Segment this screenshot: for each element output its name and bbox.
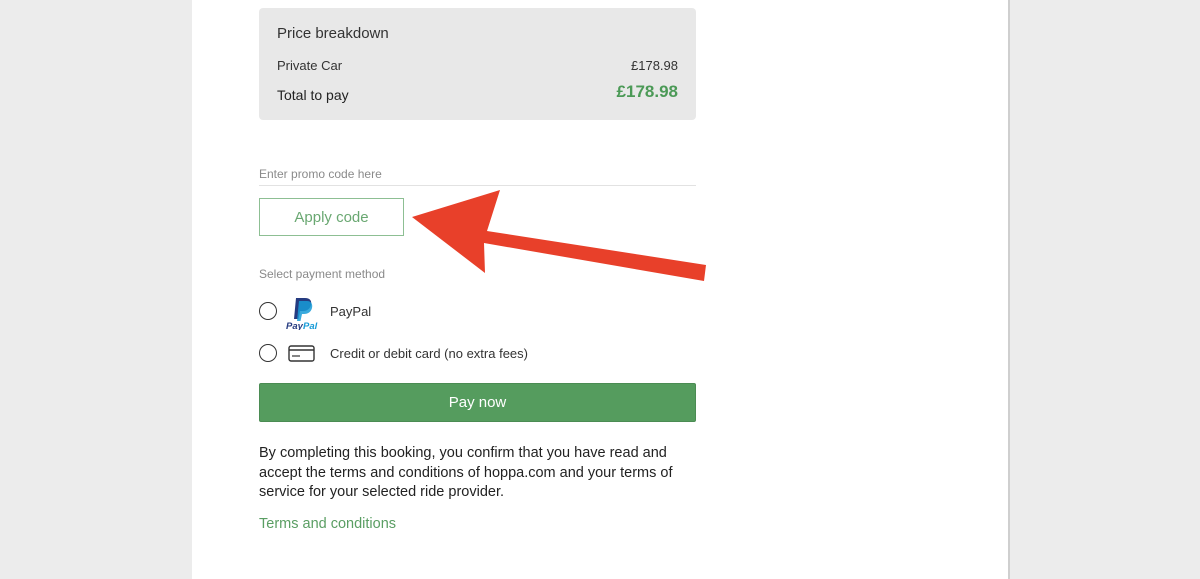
price-breakdown-title: Price breakdown xyxy=(277,25,389,42)
card-label: Credit or debit card (no extra fees) xyxy=(330,346,528,361)
payment-option-paypal[interactable]: Pay Pal PayPal xyxy=(259,296,696,332)
card-radio[interactable] xyxy=(259,344,277,362)
total-label: Total to pay xyxy=(277,87,349,103)
svg-text:Pal: Pal xyxy=(303,321,318,330)
paypal-radio[interactable] xyxy=(259,302,277,320)
credit-card-icon xyxy=(286,338,320,370)
apply-code-button[interactable]: Apply code xyxy=(259,198,404,236)
booking-terms-text: By completing this booking, you confirm … xyxy=(259,445,673,500)
price-breakdown-box: Price breakdown Private Car £178.98 Tota… xyxy=(259,8,696,120)
payment-option-card[interactable]: Credit or debit card (no extra fees) xyxy=(259,338,696,368)
svg-text:Pay: Pay xyxy=(286,321,304,330)
line-item-label: Private Car xyxy=(277,58,343,73)
paypal-logo-icon: Pay Pal xyxy=(286,296,320,332)
pay-now-button[interactable]: Pay now xyxy=(259,383,696,422)
total-value: £178.98 xyxy=(616,82,678,101)
payment-method-label: Select payment method xyxy=(259,267,386,281)
paypal-label: PayPal xyxy=(330,304,372,319)
red-arrow-icon xyxy=(412,190,706,281)
line-item-value: £178.98 xyxy=(631,58,678,73)
terms-and-conditions-link[interactable]: Terms and conditions xyxy=(259,516,396,532)
